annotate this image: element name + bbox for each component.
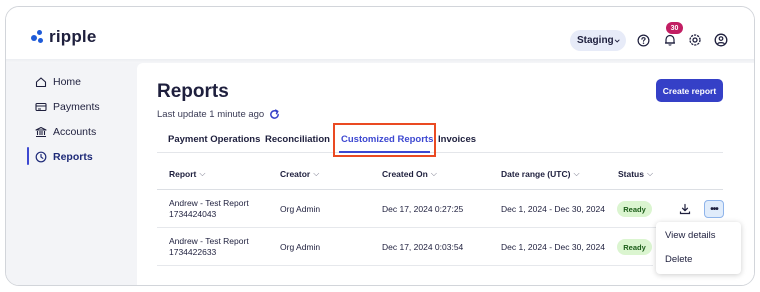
creator-cell: Org Admin: [280, 204, 321, 214]
sidebar-item-reports[interactable]: Reports: [27, 144, 137, 169]
chevron-down-icon: ⌵: [199, 169, 206, 178]
sidebar-item-accounts[interactable]: Accounts: [27, 119, 137, 144]
status-badge: Ready: [617, 239, 652, 255]
menu-item-view-details[interactable]: View details: [665, 230, 716, 241]
tab-invoices[interactable]: Invoices: [438, 134, 476, 145]
help-icon[interactable]: [633, 30, 653, 50]
environment-select[interactable]: Staging: [570, 30, 626, 51]
brand-name: ripple: [49, 27, 97, 46]
column-header-creator[interactable]: Creator ⌵: [280, 169, 319, 179]
column-header-status[interactable]: Status ⌵: [618, 169, 653, 179]
sidebar-item-label: Reports: [53, 150, 93, 163]
chevron-down-icon: [614, 39, 620, 43]
refresh-icon[interactable]: [269, 109, 280, 120]
sidebar-item-label: Accounts: [53, 125, 97, 138]
home-icon: [35, 76, 47, 87]
create-report-button[interactable]: Create report: [656, 79, 723, 102]
notification-badge: 30: [666, 22, 683, 34]
row-divider: [157, 265, 653, 266]
chevron-down-icon: ⌵: [430, 169, 437, 178]
created-on-cell: Dec 17, 2024 0:27:25: [382, 204, 464, 214]
column-header-created-on[interactable]: Created On ⌵: [382, 169, 437, 179]
sidebar-item-payments[interactable]: Payments: [27, 94, 137, 119]
column-header-report[interactable]: Report ⌵: [169, 169, 205, 179]
more-actions-button[interactable]: •••: [704, 200, 724, 218]
chevron-down-icon: ⌵: [646, 169, 654, 178]
last-update-text: Last update 1 minute ago: [157, 109, 265, 120]
report-id: 1734422633: [169, 247, 217, 257]
sidebar: Home Payments Accounts Reports: [27, 69, 137, 169]
chevron-down-icon: ⌵: [573, 169, 580, 178]
table-header-divider: [157, 189, 723, 190]
report-id: 1734424043: [169, 209, 217, 219]
menu-item-delete[interactable]: Delete: [665, 254, 692, 265]
tab-highlight-box: [333, 123, 436, 157]
top-bar: ripple Staging 30: [6, 7, 754, 59]
status-badge: Ready: [617, 201, 652, 217]
user-icon[interactable]: [711, 30, 731, 50]
tab-payment-operations[interactable]: Payment Operations: [168, 134, 260, 145]
ripple-logo[interactable]: ripple: [31, 27, 97, 47]
row-divider: [157, 227, 723, 228]
environment-label: Staging: [577, 35, 614, 46]
report-name: Andrew - Test Report: [169, 198, 249, 208]
created-on-cell: Dec 17, 2024 0:03:54: [382, 242, 464, 252]
chevron-down-icon: ⌵: [313, 169, 320, 178]
payments-icon: [35, 102, 47, 111]
last-update: Last update 1 minute ago: [157, 109, 280, 120]
report-tabs: Payment Operations Reconciliation Custom…: [157, 127, 723, 153]
creator-cell: Org Admin: [280, 242, 321, 252]
tab-reconciliation[interactable]: Reconciliation: [265, 134, 330, 145]
page-title: Reports: [157, 81, 229, 102]
date-range-cell: Dec 1, 2024 - Dec 30, 2024: [501, 242, 605, 252]
column-header-date-range[interactable]: Date range (UTC) ⌵: [501, 169, 580, 179]
sidebar-item-label: Payments: [53, 100, 100, 113]
download-icon[interactable]: [677, 201, 693, 217]
row-actions-menu: View details Delete: [656, 222, 741, 274]
date-range-cell: Dec 1, 2024 - Dec 30, 2024: [501, 204, 605, 214]
gear-icon[interactable]: [685, 30, 705, 50]
ripple-logo-mark: [31, 30, 47, 44]
report-name: Andrew - Test Report: [169, 236, 249, 246]
bank-icon: [35, 126, 47, 137]
app-window: ripple Staging 30 Home Payments Accounts…: [5, 6, 755, 286]
reports-icon: [35, 151, 47, 162]
sidebar-item-label: Home: [53, 75, 82, 88]
sidebar-item-home[interactable]: Home: [27, 69, 137, 94]
